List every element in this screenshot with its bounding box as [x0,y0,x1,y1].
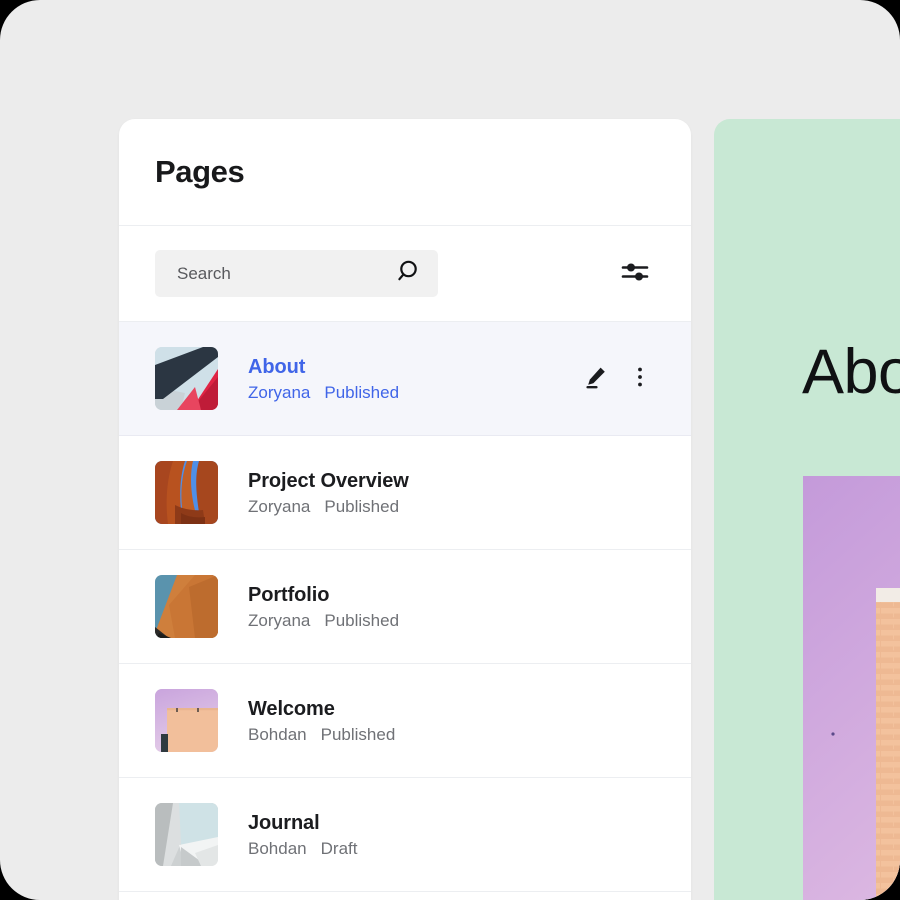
page-thumbnail [155,347,218,410]
search-field[interactable] [155,250,438,297]
list-item[interactable]: Welcome Bohdan Published [119,664,691,778]
list-item-status: Published [324,610,400,630]
list-item-meta: Bohdan Published [248,726,395,743]
more-vertical-icon [629,364,651,393]
list-item-title: About [248,355,306,378]
list-item-author: Zoryana [248,610,311,630]
list-item-text: Journal Bohdan Draft [248,813,357,857]
search-icon[interactable] [394,256,424,291]
pencil-edit-icon [583,364,609,393]
list-item-status: Published [320,724,396,744]
pages-panel: Pages Search About Zoryana Published Pro… [119,119,691,900]
page-thumbnail [155,575,218,638]
list-item-text: About Zoryana Published [248,357,399,401]
list-item-meta: Zoryana Published [248,612,399,629]
list-item-meta: Zoryana Published [248,498,409,515]
preview-heading: About [802,337,900,407]
list-item-status: Published [324,382,400,402]
list-item-author: Bohdan [248,838,307,858]
list-item-text: Portfolio Zoryana Published [248,585,399,629]
list-item[interactable]: Portfolio Zoryana Published [119,550,691,664]
list-item-status: Published [324,496,400,516]
page-thumbnail [155,803,218,866]
list-item-text: Welcome Bohdan Published [248,699,395,743]
sliders-filter-icon [620,259,650,288]
page-title: Pages [155,154,245,189]
search-input[interactable] [175,262,394,285]
page-thumbnail [155,461,218,524]
list-item-author: Zoryana [248,496,311,516]
preview-photo [803,476,900,900]
list-item-title: Portfolio [248,583,330,606]
filter-button[interactable] [615,254,655,294]
more-options-button[interactable] [625,364,655,394]
page-preview-panel: About [714,119,900,900]
app-window: Pages Search About Zoryana Published Pro… [0,0,900,900]
list-item-text: Project Overview Zoryana Published [248,471,409,515]
list-item[interactable]: Project Overview Zoryana Published [119,436,691,550]
list-item-title: Welcome [248,697,335,720]
list-item-meta: Zoryana Published [248,384,399,401]
search-toolbar [119,226,691,322]
list-item[interactable]: About Zoryana Published [119,322,691,436]
list-item-actions [581,364,655,394]
pages-list: About Zoryana Published Project Overview… [119,322,691,892]
list-item-author: Zoryana [248,382,311,402]
panel-header: Pages [119,119,691,226]
list-item-title: Journal [248,811,320,834]
list-item-meta: Bohdan Draft [248,840,357,857]
page-thumbnail [155,689,218,752]
list-item-author: Bohdan [248,724,307,744]
list-item-status: Draft [320,838,358,858]
edit-button[interactable] [581,364,611,394]
list-item[interactable]: Journal Bohdan Draft [119,778,691,892]
list-item-title: Project Overview [248,469,409,492]
